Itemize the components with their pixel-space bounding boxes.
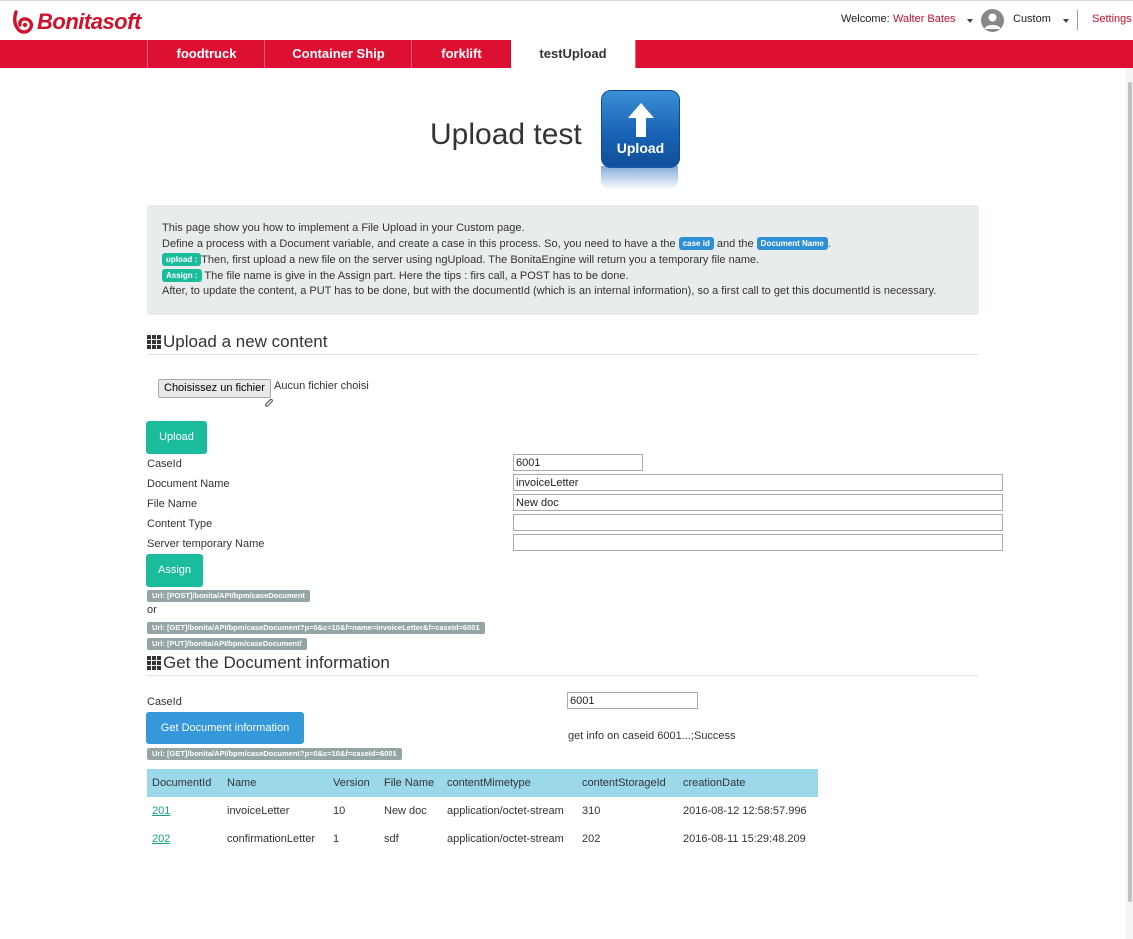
get-info-status: get info on caseid 6001...;Success [568,730,736,742]
document-name-tag: Document Name [756,237,828,250]
grid-icon [147,656,161,670]
content-type-input[interactable] [513,514,1003,531]
get-caseid-input[interactable]: 6001 [567,692,698,709]
url-post-tag: Url: [POST]/bonita/API/bpm/caseDocument [147,590,310,602]
col-documentid: DocumentId [152,777,212,789]
tab-forklift[interactable]: forklift [411,40,511,68]
caseid-label: CaseId [147,458,182,470]
upload-arrow-icon [628,103,654,137]
info-line-5: After, to update the content, a PUT has … [162,285,937,297]
cell-version: 10 [333,805,346,817]
upload-section-title-text: Upload a new content [163,332,328,351]
brand-name: Bonitasoft [37,9,141,34]
avatar[interactable] [981,9,1004,32]
assign-button[interactable]: Assign [146,554,203,587]
cell-file-name: New doc [384,805,427,817]
paperclip-icon [265,398,273,407]
col-file-name: File Name [384,777,435,789]
header-divider [1077,10,1078,30]
document-name-input[interactable]: invoiceLetter [513,474,1003,491]
profile-menu[interactable]: Custom [1013,13,1051,25]
file-name-label: File Name [147,498,198,510]
caseid-input[interactable]: 6001 [513,454,643,471]
welcome-text: Welcome: [841,13,890,25]
cell-file-name: sdf [384,833,399,845]
info-line-2: Define a process with a Document variabl… [162,237,831,250]
cell-documentid: 201 [152,805,170,817]
content-type-label: Content Type [147,518,213,530]
cell-creation-date: 2016-08-12 12:58:57.996 [683,805,807,817]
bonitasoft-logo[interactable]: Bonitasoft [12,8,141,36]
info-line-4: Assign : The file name is give in the As… [162,269,629,282]
profile-menu-caret-icon[interactable] [1063,19,1069,23]
or-label: or [147,604,157,616]
info-section-title: Get the Document information [147,653,390,673]
choose-file-button[interactable]: Choisissez un fichier [158,379,271,398]
upload-button[interactable]: Upload [146,421,207,454]
assign-tag: Assign : [162,269,202,282]
tab-foodtruck[interactable]: foodtruck [147,40,265,68]
cell-creation-date: 2016-08-11 15:29:48.209 [683,833,806,845]
col-content-storage-id: contentStorageId [582,777,666,789]
welcome-label: Welcome: [841,13,890,25]
server-temporary-name-label: Server temporary Name [147,538,265,550]
section-divider [147,354,979,355]
cell-content-storage-id: 310 [582,805,601,817]
cell-content-mimetype: application/octet-stream [447,833,564,845]
info-line-2-and: and the [716,238,754,250]
user-avatar-icon [984,13,1001,29]
info-line-2-end: . [827,238,831,250]
section-divider [147,675,979,676]
server-temporary-name-input[interactable] [513,534,1003,551]
user-menu[interactable]: Walter Bates [893,13,956,25]
get-document-info-button[interactable]: Get Document information [146,712,304,744]
cell-name: confirmationLetter [227,833,316,845]
tab-separator [635,40,636,68]
info-section-title-text: Get the Document information [163,653,390,672]
url-get-tag: Url: [GET]/bonita/API/bpm/caseDocument?p… [147,622,485,634]
user-menu-caret-icon[interactable] [967,19,973,23]
page-title: Upload test [430,118,582,151]
upload-logo: Upload [601,90,680,168]
bonita-logo-icon [12,10,34,34]
tab-container-ship[interactable]: Container Ship [264,40,412,68]
cell-content-storage-id: 202 [582,833,601,845]
document-name-label: Document Name [147,478,230,490]
upload-tag: upload : [162,253,202,266]
scrollbar-thumb[interactable] [1128,82,1132,902]
col-creation-date: creationDate [683,777,746,789]
tab-testupload[interactable]: testUpload [511,40,635,68]
url-put-tag: Url: [PUT]/bonita/API/bpm/caseDocument/ [147,638,307,650]
upload-section-title: Upload a new content [147,332,327,352]
upload-logo-text: Upload [616,140,665,156]
url-get-info-tag: Url: [GET]/bonita/API/bpm/caseDocument?p… [147,748,402,760]
info-line-4-text: The file name is give in the Assign part… [204,270,629,282]
file-status: Aucun fichier choisi [274,380,369,392]
settings-link[interactable]: Settings [1092,13,1132,25]
file-name-input[interactable]: New doc [513,494,1003,511]
get-caseid-label: CaseId [147,696,182,708]
col-content-mimetype: contentMimetype [447,777,531,789]
document-link[interactable]: 202 [152,833,170,845]
top-bar [0,0,1133,41]
info-line-3-text: Then, first upload a new file on the ser… [201,254,760,266]
info-line-3: upload : Then, first upload a new file on… [162,253,759,266]
cell-content-mimetype: application/octet-stream [447,805,564,817]
case-id-tag: case id [678,237,714,250]
cell-version: 1 [333,833,340,845]
document-link[interactable]: 201 [152,805,170,817]
cell-name: invoiceLetter [227,805,290,817]
cell-documentid: 202 [152,833,170,845]
info-line-1: This page show you how to implement a Fi… [162,222,525,234]
col-version: Version [333,777,370,789]
user-name: Walter Bates [893,13,956,25]
upload-logo-reflection [601,166,678,190]
info-line-2-text: Define a process with a Document variabl… [162,238,676,250]
col-name: Name [227,777,257,789]
info-box: This page show you how to implement a Fi… [147,205,979,315]
profile-name: Custom [1013,13,1051,25]
grid-icon [147,335,161,349]
